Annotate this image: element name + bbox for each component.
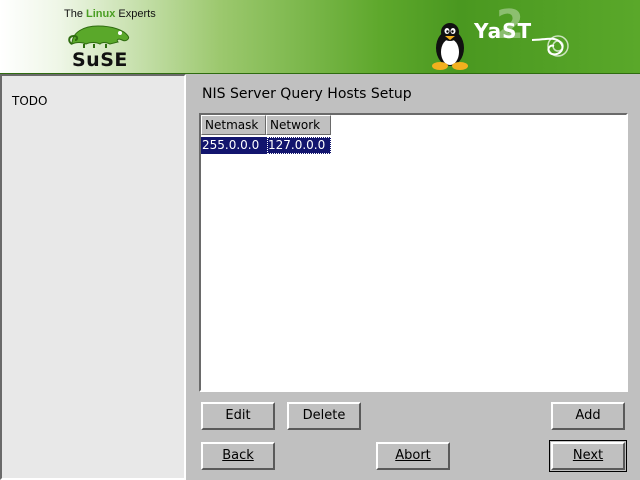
tux-penguin-icon: [432, 23, 468, 70]
column-header-network[interactable]: Network: [266, 115, 331, 135]
table-header: Netmask Network: [201, 115, 626, 135]
add-button[interactable]: Add: [551, 402, 625, 430]
abort-button[interactable]: Abort: [376, 442, 450, 470]
yast-wordmark: YaST: [474, 19, 533, 43]
yast-swirl-icon: [531, 35, 569, 57]
cell-network: 127.0.0.0: [267, 137, 331, 154]
back-button[interactable]: Back: [201, 442, 275, 470]
tagline: The Linux Experts: [64, 8, 156, 20]
edit-button[interactable]: Edit: [201, 402, 275, 430]
suse-wordmark: SuSE: [72, 49, 128, 71]
help-pane[interactable]: TODO: [0, 74, 186, 480]
help-text: TODO: [12, 94, 48, 108]
next-button[interactable]: Next: [549, 440, 627, 472]
table-row[interactable]: 255.0.0.0 127.0.0.0: [201, 137, 626, 154]
cell-netmask: 255.0.0.0: [201, 137, 267, 154]
header-banner: The Linux Experts SuSE 2 YaST: [0, 0, 640, 74]
hosts-table[interactable]: Netmask Network 255.0.0.0 127.0.0.0: [199, 113, 628, 392]
column-header-netmask[interactable]: Netmask: [201, 115, 266, 135]
page-title: NIS Server Query Hosts Setup: [202, 86, 412, 102]
suse-chameleon-icon: [68, 25, 129, 48]
delete-button[interactable]: Delete: [287, 402, 361, 430]
